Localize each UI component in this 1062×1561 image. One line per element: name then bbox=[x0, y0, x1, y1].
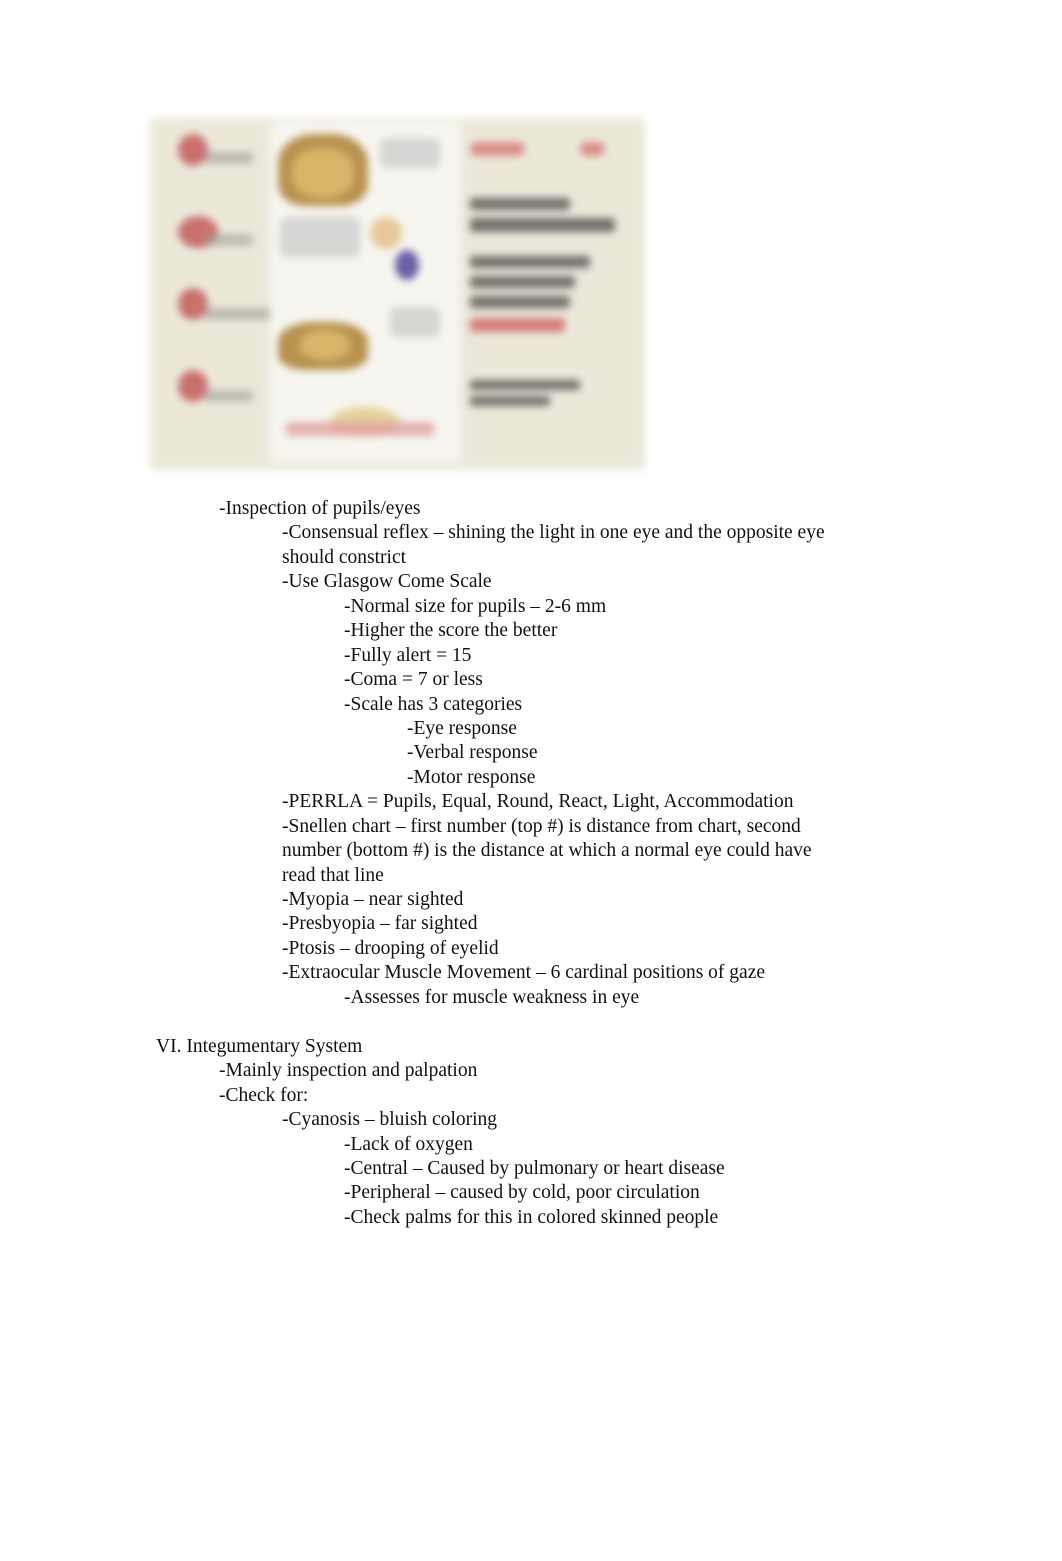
outline-item: -Inspection of pupils/eyes bbox=[219, 498, 421, 519]
blurred-red-text bbox=[470, 318, 565, 332]
outline-item: -Check palms for this in colored skinned… bbox=[344, 1207, 719, 1228]
outline-item: -Higher the score the better bbox=[344, 620, 558, 641]
badge-label bbox=[205, 152, 253, 164]
outline-item: -Presbyopia – far sighted bbox=[282, 913, 478, 934]
red-logo bbox=[470, 142, 525, 156]
red-detail bbox=[285, 422, 435, 436]
outline-item: -Snellen chart – first number (top #) is… bbox=[282, 816, 801, 837]
outline-item: -Eye response bbox=[407, 718, 517, 739]
illustration-faces-column bbox=[270, 122, 460, 462]
outline-item: -Coma = 7 or less bbox=[344, 669, 483, 690]
outline-item: -Mainly inspection and palpation bbox=[219, 1060, 478, 1081]
outline-item: -Scale has 3 categories bbox=[344, 694, 523, 715]
face-drawing-inner bbox=[292, 148, 354, 198]
blurred-text bbox=[470, 256, 590, 268]
hand-drawing bbox=[370, 217, 402, 249]
outline-item: -Peripheral – caused by cold, poor circu… bbox=[344, 1182, 700, 1203]
blurred-text bbox=[470, 276, 575, 288]
outline-item: -Use Glasgow Come Scale bbox=[282, 571, 492, 592]
red-letter-badge bbox=[178, 288, 208, 320]
outline-item: -Lack of oxygen bbox=[344, 1134, 473, 1155]
eye-assessment-illustration bbox=[150, 118, 645, 470]
outline-item: -Consensual reflex – shining the light i… bbox=[282, 522, 825, 543]
outline-item: -Cyanosis – bluish coloring bbox=[282, 1109, 498, 1130]
sketch-drawing bbox=[380, 138, 440, 168]
blurred-heading bbox=[470, 198, 570, 210]
outline-item: -Normal size for pupils – 2-6 mm bbox=[344, 596, 607, 617]
red-letter-badge bbox=[178, 370, 208, 402]
sketch-drawing bbox=[390, 307, 440, 337]
purple-object bbox=[395, 250, 419, 280]
outline-item: -Ptosis – drooping of eyelid bbox=[282, 938, 499, 959]
outline-item: -Fully alert = 15 bbox=[344, 645, 472, 666]
badge-label bbox=[205, 234, 253, 246]
badge-label bbox=[205, 390, 253, 402]
blurred-text bbox=[470, 396, 550, 406]
red-letter-badge bbox=[178, 134, 208, 166]
outline-item: read that line bbox=[282, 865, 384, 886]
outline-item: -Assesses for muscle weakness in eye bbox=[344, 987, 640, 1008]
outline-item: should constrict bbox=[282, 547, 407, 568]
outline-item: -Motor response bbox=[407, 767, 536, 788]
face-drawing-inner bbox=[300, 330, 350, 360]
blurred-text bbox=[470, 380, 580, 390]
badge-label bbox=[205, 308, 275, 320]
blurred-text bbox=[470, 296, 570, 308]
outline-item: -Myopia – near sighted bbox=[282, 889, 464, 910]
outline-item: -Central – Caused by pulmonary or heart … bbox=[344, 1158, 725, 1179]
outline-item: number (bottom #) is the distance at whi… bbox=[282, 840, 812, 861]
outline-item: -PERRLA = Pupils, Equal, Round, React, L… bbox=[282, 791, 794, 812]
sketch-drawing bbox=[280, 217, 360, 257]
blurred-heading bbox=[470, 218, 615, 232]
red-logo bbox=[580, 142, 605, 156]
section-heading: VI. Integumentary System bbox=[156, 1036, 363, 1057]
illustration-text-column bbox=[465, 118, 645, 470]
outline-item: -Verbal response bbox=[407, 742, 538, 763]
illustration-legend-column bbox=[150, 118, 275, 470]
outline-item: -Extraocular Muscle Movement – 6 cardina… bbox=[282, 962, 766, 983]
outline-item: -Check for: bbox=[219, 1085, 309, 1106]
